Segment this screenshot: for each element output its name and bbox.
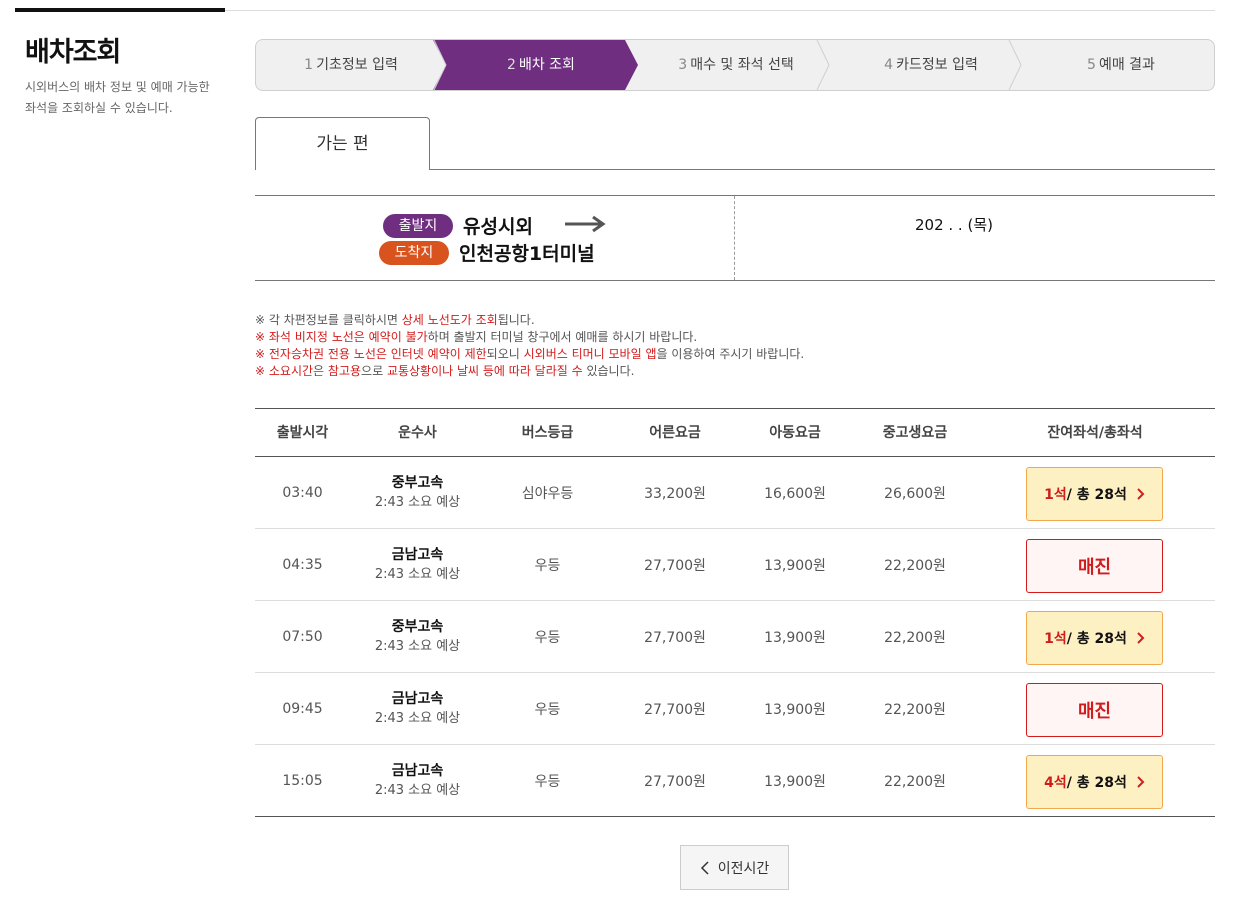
step-2-active: 2 배차 조회 <box>507 57 575 73</box>
table-row[interactable]: 03:40 중부고속 2:43 소요 예상 심야우등 33,200원 16,600원 26,… <box>255 457 1215 529</box>
seat-select-button[interactable]: 1석 / 총 28석 <box>1026 611 1163 665</box>
step-4: 4 카드정보 입력 <box>884 57 978 73</box>
cell-child-fare: 13,900원 <box>764 774 826 790</box>
cell-grade: 우등 <box>534 558 561 574</box>
cell-child-fare: 13,900원 <box>764 558 826 574</box>
table-header: 출발시각 운수사 버스등급 어른요금 아동요금 중고생요금 잔여좌석/총좌석 <box>255 409 1215 457</box>
cell-company: 금남고속 2:43 소요 예상 <box>350 529 485 601</box>
cell-student-fare: 22,200원 <box>884 558 946 574</box>
arrival-place: 인천공항1터미널 <box>459 243 595 265</box>
duration: 2:43 소요 예상 <box>374 567 461 582</box>
chevron-left-icon <box>700 860 709 875</box>
duration: 2:43 소요 예상 <box>374 783 461 798</box>
arrival-badge: 도착지 <box>379 241 449 265</box>
route-summary: 출발지 유성시외 도착지 인천공항1터미널 202 . . (목) <box>255 195 1215 281</box>
table-row[interactable]: 04:35 금남고속 2:43 소요 예상 우등 27,700원 13,900원 22,20… <box>255 529 1215 601</box>
header-adult: 어른요금 <box>649 425 701 441</box>
step-5: 5 예매 결과 <box>1087 57 1155 73</box>
cell-time: 09:45 <box>282 701 323 717</box>
cell-child-fare: 13,900원 <box>764 702 826 718</box>
total-seats: / 총 28석 <box>1066 775 1127 791</box>
soldout-button: 매진 <box>1026 539 1163 593</box>
cell-grade: 우등 <box>534 774 561 790</box>
page-title: 배차조회 <box>25 37 121 68</box>
departure-date: 202 . . (목) <box>915 216 993 234</box>
duration: 2:43 소요 예상 <box>374 639 461 654</box>
total-seats: / 총 28석 <box>1066 631 1127 647</box>
top-divider <box>225 10 1215 11</box>
cell-adult-fare: 27,700원 <box>644 774 706 790</box>
company-name: 중부고속 <box>391 475 444 491</box>
table-row[interactable]: 15:05 금남고속 2:43 소요 예상 우등 27,700원 13,900원 22,20… <box>255 745 1215 817</box>
departure-badge: 출발지 <box>383 214 453 238</box>
notice-item: ※ 각 차편정보를 클릭하시면 상세 노선도가 조회됩니다. <box>255 313 535 327</box>
notice-list: ※ 각 차편정보를 클릭하시면 상세 노선도가 조회됩니다. ※ 좌석 비지정 … <box>255 312 804 380</box>
cell-student-fare: 22,200원 <box>884 630 946 646</box>
route-divider <box>734 196 735 280</box>
cell-adult-fare: 27,700원 <box>644 702 706 718</box>
table-row[interactable]: 07:50 중부고속 2:43 소요 예상 우등 27,700원 13,900원 22,20… <box>255 601 1215 673</box>
notice-item: ※ 좌석 비지정 노선은 예약이 불가하며 출발지 터미널 창구에서 예매를 하… <box>255 330 698 344</box>
remaining-seats: 1석 <box>1044 631 1067 647</box>
chevron-right-icon <box>1137 776 1145 788</box>
cell-student-fare: 22,200원 <box>884 702 946 718</box>
cell-time: 04:35 <box>282 557 323 573</box>
previous-time-button[interactable]: 이전시간 <box>680 845 789 890</box>
progress-steps: 1 기초정보 입력 2 배차 조회 3 매수 및 좌석 선택 4 카드정보 입력 5 예매… <box>255 39 1215 91</box>
cell-company: 금남고속 2:43 소요 예상 <box>350 745 485 817</box>
schedule-table: 출발시각 운수사 버스등급 어른요금 아동요금 중고생요금 잔여좌석/총좌석 0… <box>255 408 1215 817</box>
cell-adult-fare: 27,700원 <box>644 558 706 574</box>
header-student: 중고생요금 <box>882 425 948 441</box>
header-time: 출발시각 <box>276 425 329 441</box>
header-child: 아동요금 <box>769 425 821 441</box>
step-1: 1 기초정보 입력 <box>304 57 398 73</box>
cell-grade: 우등 <box>534 702 561 718</box>
cell-grade: 우등 <box>534 630 561 646</box>
right-arrow-icon <box>565 215 606 233</box>
chevron-right-icon <box>1137 632 1145 644</box>
notice-item: ※ 소요시간은 참고용으로 교통상황이나 날씨 등에 따라 달라질 수 있습니다… <box>255 364 635 378</box>
cell-adult-fare: 33,200원 <box>644 486 706 502</box>
departure-place: 유성시외 <box>463 216 533 238</box>
cell-company: 금남고속 2:43 소요 예상 <box>350 673 485 745</box>
header-grade: 버스등급 <box>521 425 574 441</box>
cell-time: 07:50 <box>282 629 323 645</box>
table-row[interactable]: 09:45 금남고속 2:43 소요 예상 우등 27,700원 13,900원 22,20… <box>255 673 1215 745</box>
duration: 2:43 소요 예상 <box>374 495 461 510</box>
cell-grade: 심야우등 <box>521 486 574 502</box>
header-seats: 잔여좌석/총좌석 <box>1047 425 1143 441</box>
cell-time: 03:40 <box>282 485 323 501</box>
company-name: 금남고속 <box>391 547 444 563</box>
cell-child-fare: 13,900원 <box>764 630 826 646</box>
page-description: 시외버스의 배차 정보 및 예매 가능한 좌석을 조회하실 수 있습니다. <box>25 80 210 115</box>
company-name: 중부고속 <box>391 619 444 635</box>
total-seats: / 총 28석 <box>1066 487 1127 503</box>
company-name: 금남고속 <box>391 763 444 779</box>
tab-outbound[interactable]: 가는 편 <box>255 117 430 170</box>
company-name: 금남고속 <box>391 691 444 707</box>
remaining-seats: 4석 <box>1044 775 1067 791</box>
remaining-seats: 1석 <box>1044 487 1067 503</box>
cell-adult-fare: 27,700원 <box>644 630 706 646</box>
seat-select-button[interactable]: 4석 / 총 28석 <box>1026 755 1163 809</box>
cell-company: 중부고속 2:43 소요 예상 <box>350 457 485 529</box>
seat-select-button[interactable]: 1석 / 총 28석 <box>1026 467 1163 521</box>
cell-company: 중부고속 2:43 소요 예상 <box>350 601 485 673</box>
step-3: 3 매수 및 좌석 선택 <box>678 57 794 73</box>
soldout-button: 매진 <box>1026 683 1163 737</box>
cell-student-fare: 26,600원 <box>884 486 946 502</box>
cell-child-fare: 16,600원 <box>764 486 826 502</box>
cell-time: 15:05 <box>282 773 323 789</box>
header-company: 운수사 <box>398 425 437 441</box>
chevron-right-icon <box>1137 488 1145 500</box>
cell-student-fare: 22,200원 <box>884 774 946 790</box>
duration: 2:43 소요 예상 <box>374 711 461 726</box>
title-underline <box>15 8 225 12</box>
notice-item: ※ 전자승차권 전용 노선은 인터넷 예약이 제한되오니 시외버스 티머니 모바… <box>255 347 805 361</box>
